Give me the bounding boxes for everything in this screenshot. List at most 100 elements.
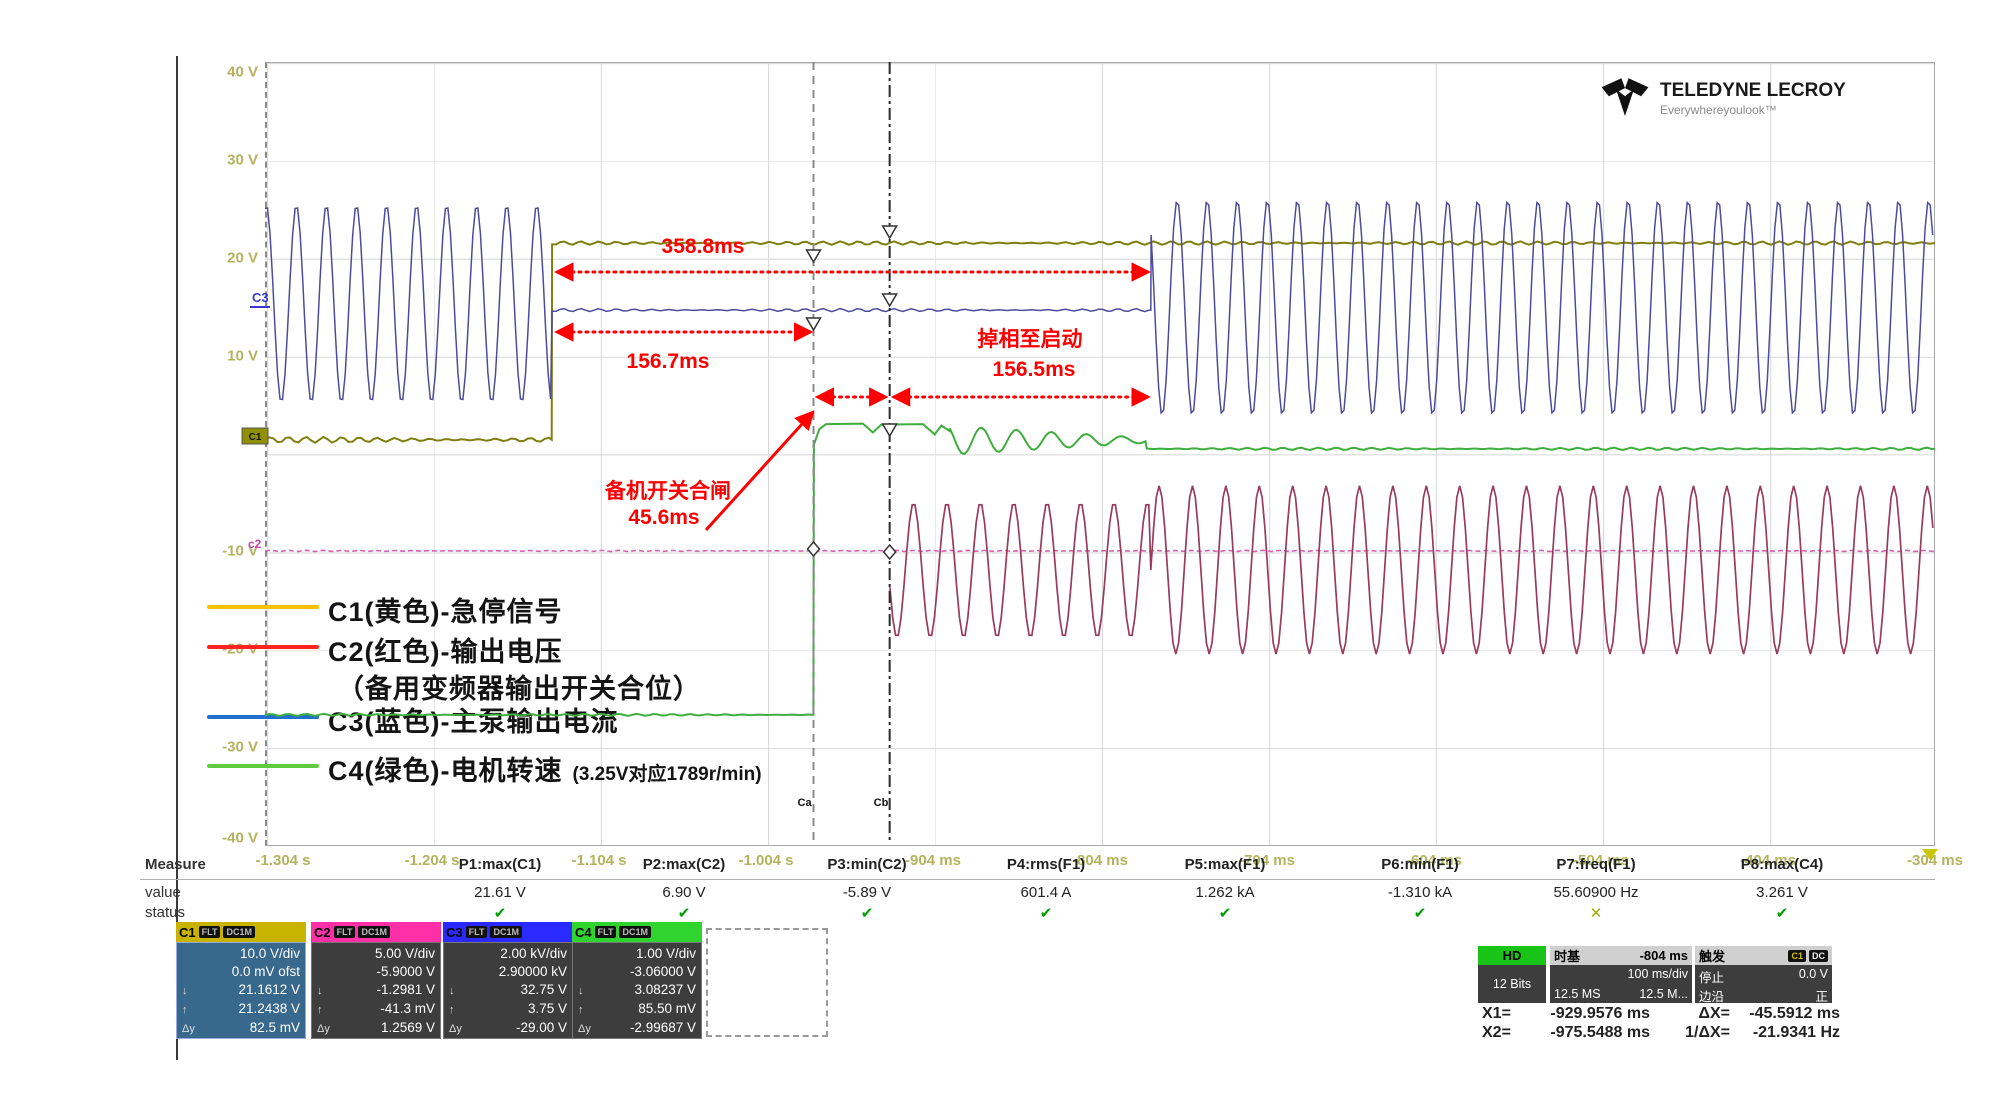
legend-label: C3(蓝色)-主泵输出电流 — [328, 707, 619, 737]
channel-value-line: 2.90000 kV — [449, 963, 567, 981]
channel-values: 10.0 V/div0.0 mV ofst↓21.1612 V↑ 21.2438 … — [176, 942, 306, 1039]
measure-value: 3.261 V — [1756, 884, 1808, 901]
value-prefix: Δy — [578, 1020, 591, 1038]
measure-value: 1.262 kA — [1195, 884, 1254, 901]
channel-value-line: -5.9000 V — [317, 963, 435, 981]
legend-swatch — [207, 645, 319, 649]
channel-header: C1FLTDC1M — [176, 922, 306, 942]
legend-item: C4(绿色)-电机转速(3.25V对应1789r/min) — [328, 749, 762, 788]
x2-label: X2= — [1482, 1023, 1526, 1042]
channel-badge: FLT — [466, 926, 488, 938]
value-prefix: Δy — [449, 1020, 462, 1038]
x-axis-label: -1.104 s — [571, 852, 626, 869]
measure-value: 601.4 A — [1021, 884, 1072, 901]
measure-param-header[interactable]: P2:max(C2) — [643, 856, 726, 873]
trigger-type: 边沿 — [1699, 986, 1724, 1005]
dx-label: ΔX= — [1664, 1004, 1730, 1023]
measure-row-label: status — [145, 904, 185, 921]
value-text: 5.00 V/div — [375, 945, 435, 963]
channel-value-line: ↑ 21.2438 V — [182, 1000, 300, 1019]
timebase-rate: 12.5 M... — [1639, 987, 1688, 1001]
channel-value-line: ↓21.1612 V — [182, 981, 300, 1000]
measure-param-header[interactable]: P5:max(F1) — [1185, 856, 1266, 873]
legend-label: C4(绿色)-电机转速 — [328, 756, 563, 786]
value-text: 3.75 V — [528, 1000, 567, 1018]
value-text: -2.99687 V — [630, 1019, 696, 1037]
value-prefix: ↑ — [449, 1001, 455, 1019]
value-text: 2.90000 kV — [499, 963, 567, 981]
measure-param-header[interactable]: P1:max(C1) — [459, 856, 542, 873]
value-text: 85.50 mV — [638, 1000, 696, 1018]
channel-value-line: ↓32.75 V — [449, 981, 567, 1000]
measure-param-header[interactable]: P8:max(C4) — [1741, 856, 1824, 873]
measure-param-header[interactable]: P4:rms(F1) — [1007, 856, 1085, 873]
channel-box-c1[interactable]: C1FLTDC1M10.0 V/div0.0 mV ofst↓21.1612 V… — [176, 922, 306, 1039]
value-text: 0.0 mV ofst — [232, 963, 300, 981]
channel-id: C3 — [446, 925, 463, 940]
measure-param-header[interactable]: P6:min(F1) — [1381, 856, 1459, 873]
y-axis-label: 10 V — [198, 347, 258, 364]
x-axis-label: -1.004 s — [738, 852, 793, 869]
trigger-label: 触发 — [1699, 946, 1725, 965]
channel-values: 2.00 kV/div2.90000 kV↓32.75 V↑3.75 VΔy-2… — [443, 942, 573, 1039]
logo-mark — [1598, 76, 1652, 120]
measure-value: 6.90 V — [662, 884, 705, 901]
status-check-icon: ✔ — [1776, 904, 1789, 922]
x1-value: -929.9576 ms — [1526, 1004, 1650, 1023]
channel-id: C1 — [179, 925, 196, 940]
timebase-label: 时基 — [1554, 946, 1580, 965]
y-axis-label: 30 V — [198, 151, 258, 168]
channel-value-line: 1.00 V/div — [578, 945, 696, 963]
status-check-icon: ✔ — [1414, 904, 1427, 922]
trigger-source-badge: C1 — [1788, 950, 1806, 962]
channel-box-c4[interactable]: C4FLTDC1M1.00 V/div-3.06000 V↓3.08237 V↑… — [572, 922, 702, 1039]
trigger-mode: 停止 — [1699, 967, 1724, 986]
value-prefix: ↓ — [578, 982, 584, 1000]
channel-box-c2[interactable]: C2FLTDC1M5.00 V/div-5.9000 V↓-1.2981 V↑-… — [311, 922, 441, 1039]
measure-row-label: Measure — [145, 856, 206, 873]
channel-value-line: 2.00 kV/div — [449, 945, 567, 963]
channel-header: C4FLTDC1M — [572, 922, 702, 942]
x-axis-label: -304 ms — [1907, 852, 1963, 869]
c1-ground-label: C1 — [249, 432, 262, 443]
value-text: 32.75 V — [520, 981, 567, 999]
y-axis-label: -40 V — [198, 830, 258, 847]
invdx-value: -21.9341 Hz — [1730, 1023, 1840, 1042]
value-text: 1.2569 V — [381, 1019, 435, 1037]
channel-box-c3[interactable]: C3FLTDC1M 2.00 kV/div2.90000 kV↓32.75 V↑ 3… — [443, 922, 573, 1039]
y-axis-label: 40 V — [198, 64, 258, 81]
value-prefix: ↑ — [182, 1001, 188, 1019]
annotation-total-time: 358.8ms — [662, 235, 745, 259]
legend-swatch — [207, 715, 319, 719]
annotation-restart-label: 掉相至启动 — [978, 323, 1083, 353]
measure-param-header[interactable]: P3:min(C2) — [827, 856, 906, 873]
value-text: 21.2438 V — [238, 1000, 300, 1018]
channel-header: C2FLTDC1M — [311, 922, 441, 942]
channel-values: 5.00 V/div-5.9000 V↓-1.2981 V↑-41.3 mVΔy… — [311, 942, 441, 1039]
teledyne-lecroy-logo: TELEDYNE LECROY Everywhereyoulook™ — [1598, 76, 1846, 120]
status-check-icon: ✔ — [494, 904, 507, 922]
channel-value-line: ↑ 3.75 V — [449, 1000, 567, 1019]
dx-value: -45.5912 ms — [1730, 1004, 1840, 1023]
value-text: 2.00 kV/div — [500, 945, 567, 963]
status-check-icon: ✔ — [861, 904, 874, 922]
channel-value-line: Δy -2.99687 V — [578, 1019, 696, 1038]
value-text: 1.00 V/div — [636, 945, 696, 963]
channel-value-line: 10.0 V/div — [182, 945, 300, 963]
value-text: -3.06000 V — [630, 963, 696, 981]
brand-tagline: Everywhereyoulook™ — [1660, 103, 1846, 117]
x1-label: X1= — [1482, 1004, 1526, 1023]
hd-bits: 12 Bits — [1493, 977, 1531, 991]
channel-value-line: ↓-1.2981 V — [317, 981, 435, 1000]
hd-mode-box[interactable]: HD 12 Bits — [1478, 946, 1546, 1003]
status-check-icon: ✔ — [678, 904, 691, 922]
trigger-box[interactable]: 触发 C1 DC 停止 0.0 V 边沿 正 — [1695, 946, 1832, 1003]
timebase-box[interactable]: 时基 -804 ms 100 ms/div 12.5 MS 12.5 M... — [1550, 946, 1692, 1003]
trigger-coupling-badge: DC — [1809, 950, 1828, 962]
measure-param-header[interactable]: P7:freq(F1) — [1556, 856, 1635, 873]
annotation-restart-time: 156.5ms — [993, 358, 1076, 382]
status-warn-icon: ✕ — [1590, 904, 1603, 922]
hd-label: HD — [1478, 946, 1546, 965]
channel-badge: DC1M — [490, 926, 522, 938]
legend-item: C1(黄色)-急停信号 — [328, 590, 563, 629]
